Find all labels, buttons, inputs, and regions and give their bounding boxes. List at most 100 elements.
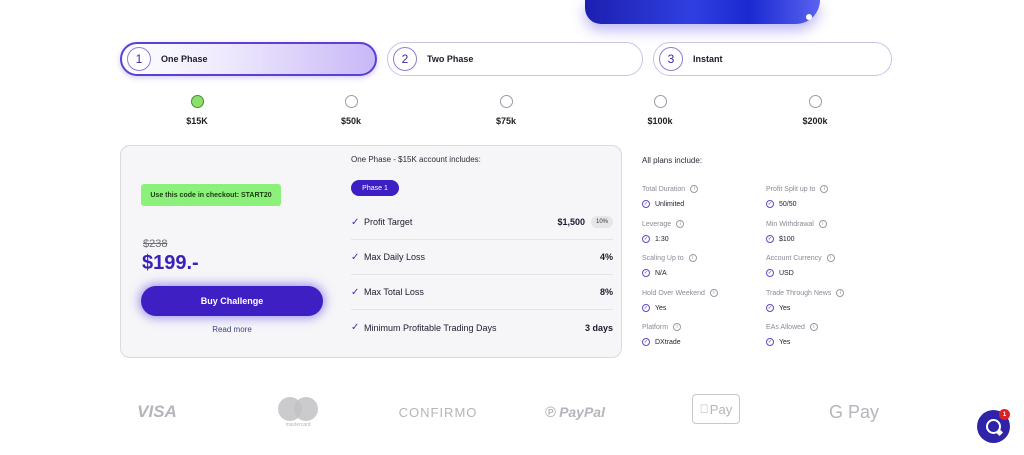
rule-name: Max Total Loss xyxy=(364,287,424,297)
tab-number: 1 xyxy=(127,47,151,71)
feature-eas-allowed: EAs Allowed i ✓ Yes xyxy=(766,323,886,346)
check-icon: ✓ xyxy=(351,216,360,228)
info-icon[interactable]: i xyxy=(673,323,682,331)
chat-notification-badge: 1 xyxy=(999,409,1010,420)
rule-value: $1,500 xyxy=(557,217,585,227)
amount-option-75k[interactable]: $75k xyxy=(461,93,551,126)
info-icon[interactable]: i xyxy=(676,220,685,228)
feature-name: Leverage xyxy=(642,220,672,228)
feature-name: Profit Split up to xyxy=(766,185,816,193)
tab-number: 3 xyxy=(659,47,683,71)
radio-button[interactable] xyxy=(808,95,822,108)
apple-pay-wordmark: Pay xyxy=(705,401,732,417)
feature-value: $100 xyxy=(779,235,795,243)
amount-option-50k[interactable]: $50k xyxy=(306,93,396,126)
rule-row-max-total-loss: ✓ Max Total Loss 8% xyxy=(351,275,613,310)
check-icon: ✓ xyxy=(351,286,360,298)
check-circle-icon: ✓ xyxy=(642,269,650,277)
amount-label: $75k xyxy=(495,116,517,126)
rule-value: 8% xyxy=(599,287,613,297)
info-icon[interactable]: i xyxy=(820,185,829,193)
feature-name: Min Withdrawal xyxy=(766,220,814,228)
current-price: $199.- xyxy=(142,252,199,274)
phase-tabs: 1 One Phase 2 Two Phase 3 Instant xyxy=(120,42,892,76)
feature-value: Yes xyxy=(779,304,791,312)
check-circle-icon: ✓ xyxy=(766,304,774,312)
rule-name: Max Daily Loss xyxy=(364,252,426,262)
info-icon[interactable]: i xyxy=(688,254,697,262)
radio-button[interactable] xyxy=(499,95,513,108)
radio-button[interactable] xyxy=(344,95,358,108)
amount-label: $100k xyxy=(647,116,673,126)
promo-code-banner: Use this code in checkout: START20 xyxy=(141,184,281,206)
feature-scaling: Scaling Up to i ✓ N/A xyxy=(642,254,762,277)
includes-title: One Phase - $15K account includes: xyxy=(351,155,481,164)
feature-name: Account Currency xyxy=(766,254,822,262)
rule-row-min-trading-days: ✓ Minimum Profitable Trading Days 3 days xyxy=(351,310,613,345)
info-icon[interactable]: i xyxy=(809,323,818,331)
info-icon[interactable]: i xyxy=(690,185,699,193)
rule-row-max-daily-loss: ✓ Max Daily Loss 4% xyxy=(351,240,613,275)
tab-label: Instant xyxy=(693,54,723,64)
check-icon: ✓ xyxy=(351,251,360,263)
percent-badge: 10% xyxy=(590,216,613,228)
paypal-p-icon: ℗ xyxy=(545,403,557,421)
buy-challenge-button[interactable]: Buy Challenge xyxy=(141,286,323,316)
tab-two-phase[interactable]: 2 Two Phase xyxy=(387,42,643,76)
feature-account-currency: Account Currency i ✓ USD xyxy=(766,254,886,277)
info-icon[interactable]: i xyxy=(836,289,845,297)
read-more-link[interactable]: Read more xyxy=(141,325,323,334)
google-pay-logo: G Pay xyxy=(828,401,880,422)
check-icon: ✓ xyxy=(351,322,360,333)
mastercard-circles-icon xyxy=(278,396,318,421)
radio-button[interactable] xyxy=(190,95,204,108)
feature-value: 50/50 xyxy=(779,200,797,208)
tab-instant[interactable]: 3 Instant xyxy=(653,42,892,76)
rules-list: ✓ Profit Target $1,500 10% ✓ Max Daily L… xyxy=(351,205,613,345)
plans-title: All plans include: xyxy=(642,156,703,165)
feature-value: USD xyxy=(779,269,794,277)
hero-product-image xyxy=(585,0,820,24)
check-circle-icon: ✓ xyxy=(766,235,774,243)
feature-value: DXtrade xyxy=(655,338,681,346)
payment-methods: VISA mastercard CONFIRMO ℗ PayPal  Pay … xyxy=(120,394,900,430)
feature-value: N/A xyxy=(655,269,667,277)
info-icon[interactable]: i xyxy=(818,220,827,228)
amount-option-15k[interactable]: $15K xyxy=(152,93,242,126)
amount-option-100k[interactable]: $100k xyxy=(615,93,705,126)
tab-label: Two Phase xyxy=(427,54,474,64)
phase-pill[interactable]: Phase 1 xyxy=(351,180,399,196)
mastercard-wordmark: mastercard xyxy=(285,421,311,428)
feature-value: 1:30 xyxy=(655,235,669,243)
feature-trade-through-news: Trade Through News i ✓ Yes xyxy=(766,289,886,312)
feature-value: Unlimited xyxy=(655,200,685,208)
paypal-logo: ℗ PayPal xyxy=(540,394,610,430)
feature-profit-split: Profit Split up to i ✓ 50/50 xyxy=(766,185,886,208)
feature-name: Hold Over Weekend xyxy=(642,289,705,297)
amount-label: $50k xyxy=(340,116,362,126)
check-circle-icon: ✓ xyxy=(642,235,650,243)
feature-min-withdrawal: Min Withdrawal i ✓ $100 xyxy=(766,220,886,243)
check-circle-icon: ✓ xyxy=(642,338,650,346)
feature-name: Scaling Up to xyxy=(642,254,684,262)
feature-total-duration: Total Duration i ✓ Unlimited xyxy=(642,185,762,208)
rule-name: Profit Target xyxy=(364,217,413,227)
chat-bubble-icon xyxy=(986,419,1001,434)
apple-icon:  xyxy=(700,402,709,416)
tab-one-phase[interactable]: 1 One Phase xyxy=(120,42,377,76)
feature-name: Total Duration xyxy=(642,185,686,193)
rule-row-profit-target: ✓ Profit Target $1,500 10% xyxy=(351,205,613,240)
radio-button[interactable] xyxy=(653,95,667,108)
check-circle-icon: ✓ xyxy=(642,200,650,208)
amount-label: $200k xyxy=(802,116,828,126)
amount-label: $15K xyxy=(186,116,208,126)
feature-platform: Platform i ✓ DXtrade xyxy=(642,323,762,346)
check-circle-icon: ✓ xyxy=(766,269,774,277)
visa-logo: VISA xyxy=(137,402,177,421)
tab-number: 2 xyxy=(393,47,417,71)
paypal-wordmark: PayPal xyxy=(559,404,605,420)
amount-option-200k[interactable]: $200k xyxy=(770,93,860,126)
info-icon[interactable]: i xyxy=(709,289,718,297)
check-circle-icon: ✓ xyxy=(642,304,650,312)
info-icon[interactable]: i xyxy=(826,254,835,262)
